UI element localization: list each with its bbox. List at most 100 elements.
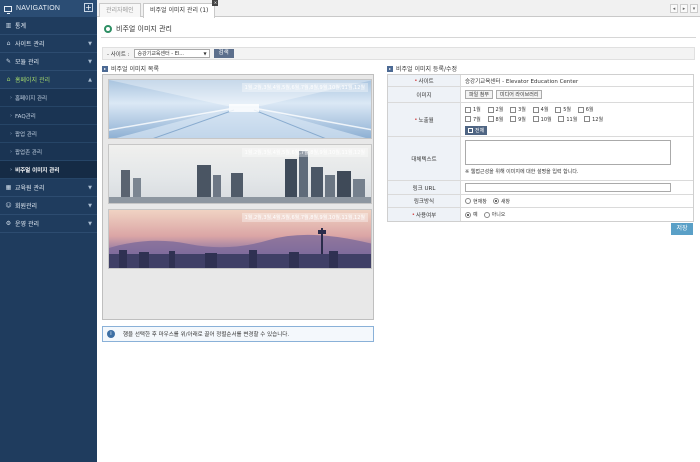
exposure-months: 1월,2월,3월,4월,5월,6월,7월,8월,9월,10월,11월,12월 [241, 83, 368, 92]
info-icon: i [107, 330, 115, 338]
media-library-button[interactable]: 미디어 라이브러리 [496, 90, 543, 99]
link-method-row: 링크방식 현재창 새창 [388, 195, 693, 208]
use-no-radio[interactable]: 아니오 [483, 211, 505, 218]
month-checkbox[interactable]: 11월 [558, 116, 577, 123]
month-checkbox[interactable]: 12월 [584, 116, 603, 123]
exposure-month-row: • 노출월 1월 2월 3월 4월 5월 6월 7월 8월 9월 10월 11월 … [388, 103, 693, 137]
visual-image-form: • 사이트 승강기교육센터 - Elevator Education Center… [387, 74, 694, 222]
list-heading: ▸ 비주얼 이미지 목록 [102, 65, 159, 73]
site-value: 승강기교육센터 - Elevator Education Center [465, 78, 579, 85]
alt-text-label: 대체텍스트 [388, 137, 461, 180]
menu-item-education-center[interactable]: ▦ 교육원 관리 ▼ [0, 179, 97, 197]
building-icon: ▦ [5, 184, 12, 191]
sub-item-popup[interactable]: › 팝업 관리 [0, 125, 97, 143]
month-checkbox[interactable]: 9월 [510, 116, 526, 123]
month-checkbox[interactable]: 2월 [487, 106, 503, 113]
use-yes-radio[interactable]: 예 [465, 211, 478, 218]
image-row: 이미지 파일 첨부 미디어 라이브러리 [388, 87, 693, 103]
month-checkbox[interactable]: 1월 [465, 106, 481, 113]
menu-item-homepage-management[interactable]: ⌂ 홈페이지 관리 ▲ [0, 71, 97, 89]
tab-bar: 관리자메인 비주얼 이미지 관리 (1) × ◂ ▸ ▾ [97, 0, 700, 18]
bullet-icon: › [10, 166, 13, 173]
link-url-label: 링크 URL [388, 181, 461, 194]
site-search-label: - 사이트 : [107, 51, 130, 58]
save-button[interactable]: 저장 [671, 223, 693, 235]
link-url-input[interactable] [465, 183, 671, 192]
exposure-label: • 노출월 [388, 103, 461, 136]
chevron-down-icon: ▼ [88, 41, 92, 47]
sidebar-navigation: NAVIGATION + ▥ 통계 ⌂ 사이트 관리 ▼ ✎ 모듈 관리 ▼ ⌂… [0, 0, 97, 462]
home-icon: ⌂ [6, 40, 11, 47]
menu-item-members[interactable]: ☺ 회원관리 ▼ [0, 197, 97, 215]
chevron-down-icon[interactable]: ▾ [690, 4, 698, 13]
main-content: 비주얼 이미지 관리 - 사이트 : 승강기교육센터 - El... ▼ 검색 … [97, 18, 700, 462]
link-method-label: 링크방식 [388, 195, 461, 207]
site-select[interactable]: 승강기교육센터 - El... ▼ [133, 49, 210, 58]
month-checkbox[interactable]: 5월 [555, 106, 571, 113]
menu-item-module-management[interactable]: ✎ 모듈 관리 ▼ [0, 53, 97, 71]
link-new-window-radio[interactable]: 새창 [492, 198, 510, 205]
bullet-icon: › [10, 148, 12, 155]
page-title: 비주얼 이미지 관리 [104, 24, 172, 34]
sub-item-visual-image[interactable]: › 비주얼 이미지 관리 [0, 161, 97, 179]
alt-text-textarea[interactable] [465, 140, 671, 165]
section-marker-icon: ▸ [387, 65, 393, 72]
exposure-months: 1월,2월,3월,4월,5월,6월,7월,8월,9월,10월,11월,12월 [241, 213, 368, 222]
section-marker-icon: ▸ [102, 65, 108, 72]
edit-icon: ✎ [5, 58, 12, 65]
arrow-right-icon[interactable]: ▸ [680, 4, 688, 13]
chevron-down-icon: ▼ [88, 59, 92, 65]
nav-header: NAVIGATION + [0, 0, 97, 17]
expand-plus-icon[interactable]: + [84, 3, 93, 12]
alt-text-row: 대체텍스트 ※ 웹접근성을 위해 이미지에 대한 설명을 입력 합니다. [388, 137, 693, 181]
home-icon: ⌂ [6, 76, 11, 83]
menu-item-stats[interactable]: ▥ 통계 [0, 17, 97, 35]
use-label: • 사용여부 [388, 208, 461, 221]
file-attach-button[interactable]: 파일 첨부 [465, 90, 493, 99]
bullet-icon: › [10, 94, 12, 101]
month-checkbox[interactable]: 6월 [577, 106, 594, 113]
site-label: • 사이트 [388, 75, 461, 86]
gear-icon: ⚙ [5, 220, 12, 227]
chevron-down-icon: ▼ [88, 203, 92, 209]
site-row: • 사이트 승강기교육센터 - Elevator Education Center [388, 75, 693, 87]
close-icon[interactable]: × [212, 0, 219, 6]
bullet-icon: › [10, 130, 12, 137]
list-item[interactable]: 1월,2월,3월,4월,5월,6월,7월,8월,9월,10월,11월,12월 [108, 79, 372, 139]
title-circle-icon [104, 25, 112, 33]
search-bar: - 사이트 : 승강기교육센터 - El... ▼ 검색 [102, 47, 695, 60]
select-all-button[interactable]: 전체 [465, 126, 488, 135]
image-label: 이미지 [388, 87, 461, 102]
sort-hint: i 행을 선택한 후 마우스를 위/아래로 끌어 정렬순서를 변경할 수 있습니… [102, 326, 374, 342]
tab-admin-main[interactable]: 관리자메인 [99, 3, 141, 17]
sub-item-homepage[interactable]: › 홈페이지 관리 [0, 89, 97, 107]
chevron-down-icon: ▼ [88, 185, 92, 191]
list-item[interactable]: 1월,2월,3월,4월,5월,6월,7월,8월,9월,10월,11월,12월 [108, 144, 372, 204]
exposure-months: 1월,2월,3월,4월,5월,6월,7월,8월,9월,10월,11월,12월 [241, 148, 368, 157]
visual-image-list: 1월,2월,3월,4월,5월,6월,7월,8월,9월,10월,11월,12월 1… [102, 74, 374, 320]
link-current-window-radio[interactable]: 현재창 [465, 198, 487, 205]
chevron-down-icon: ▼ [88, 221, 92, 227]
month-checkbox[interactable]: 3월 [510, 106, 526, 113]
arrow-left-icon[interactable]: ◂ [670, 4, 678, 13]
bullet-icon: › [10, 112, 12, 119]
nav-title: NAVIGATION [16, 5, 61, 12]
alt-text-hint: ※ 웹접근성을 위해 이미지에 대한 설명을 입력 합니다. [465, 169, 579, 175]
chart-icon: ▥ [5, 22, 12, 29]
tab-visual-image[interactable]: 비주얼 이미지 관리 (1) × [143, 0, 219, 18]
month-checkbox[interactable]: 7월 [465, 116, 481, 123]
sub-item-faq[interactable]: › FAQ관리 [0, 107, 97, 125]
chevron-up-icon: ▲ [88, 77, 92, 83]
divider [101, 37, 696, 38]
tab-scroll-controls: ◂ ▸ ▾ [670, 4, 698, 13]
menu-item-operations[interactable]: ⚙ 운영 관리 ▼ [0, 215, 97, 233]
month-checkbox[interactable]: 4월 [532, 106, 548, 113]
monitor-icon [4, 5, 12, 14]
user-icon: ☺ [5, 202, 12, 209]
search-button[interactable]: 검색 [213, 49, 234, 58]
month-checkbox[interactable]: 8월 [487, 116, 503, 123]
month-checkbox[interactable]: 10월 [532, 116, 552, 123]
sub-item-popupzone[interactable]: › 팝업존 관리 [0, 143, 97, 161]
list-item[interactable]: 1월,2월,3월,4월,5월,6월,7월,8월,9월,10월,11월,12월 [108, 209, 372, 269]
menu-item-site-management[interactable]: ⌂ 사이트 관리 ▼ [0, 35, 97, 53]
